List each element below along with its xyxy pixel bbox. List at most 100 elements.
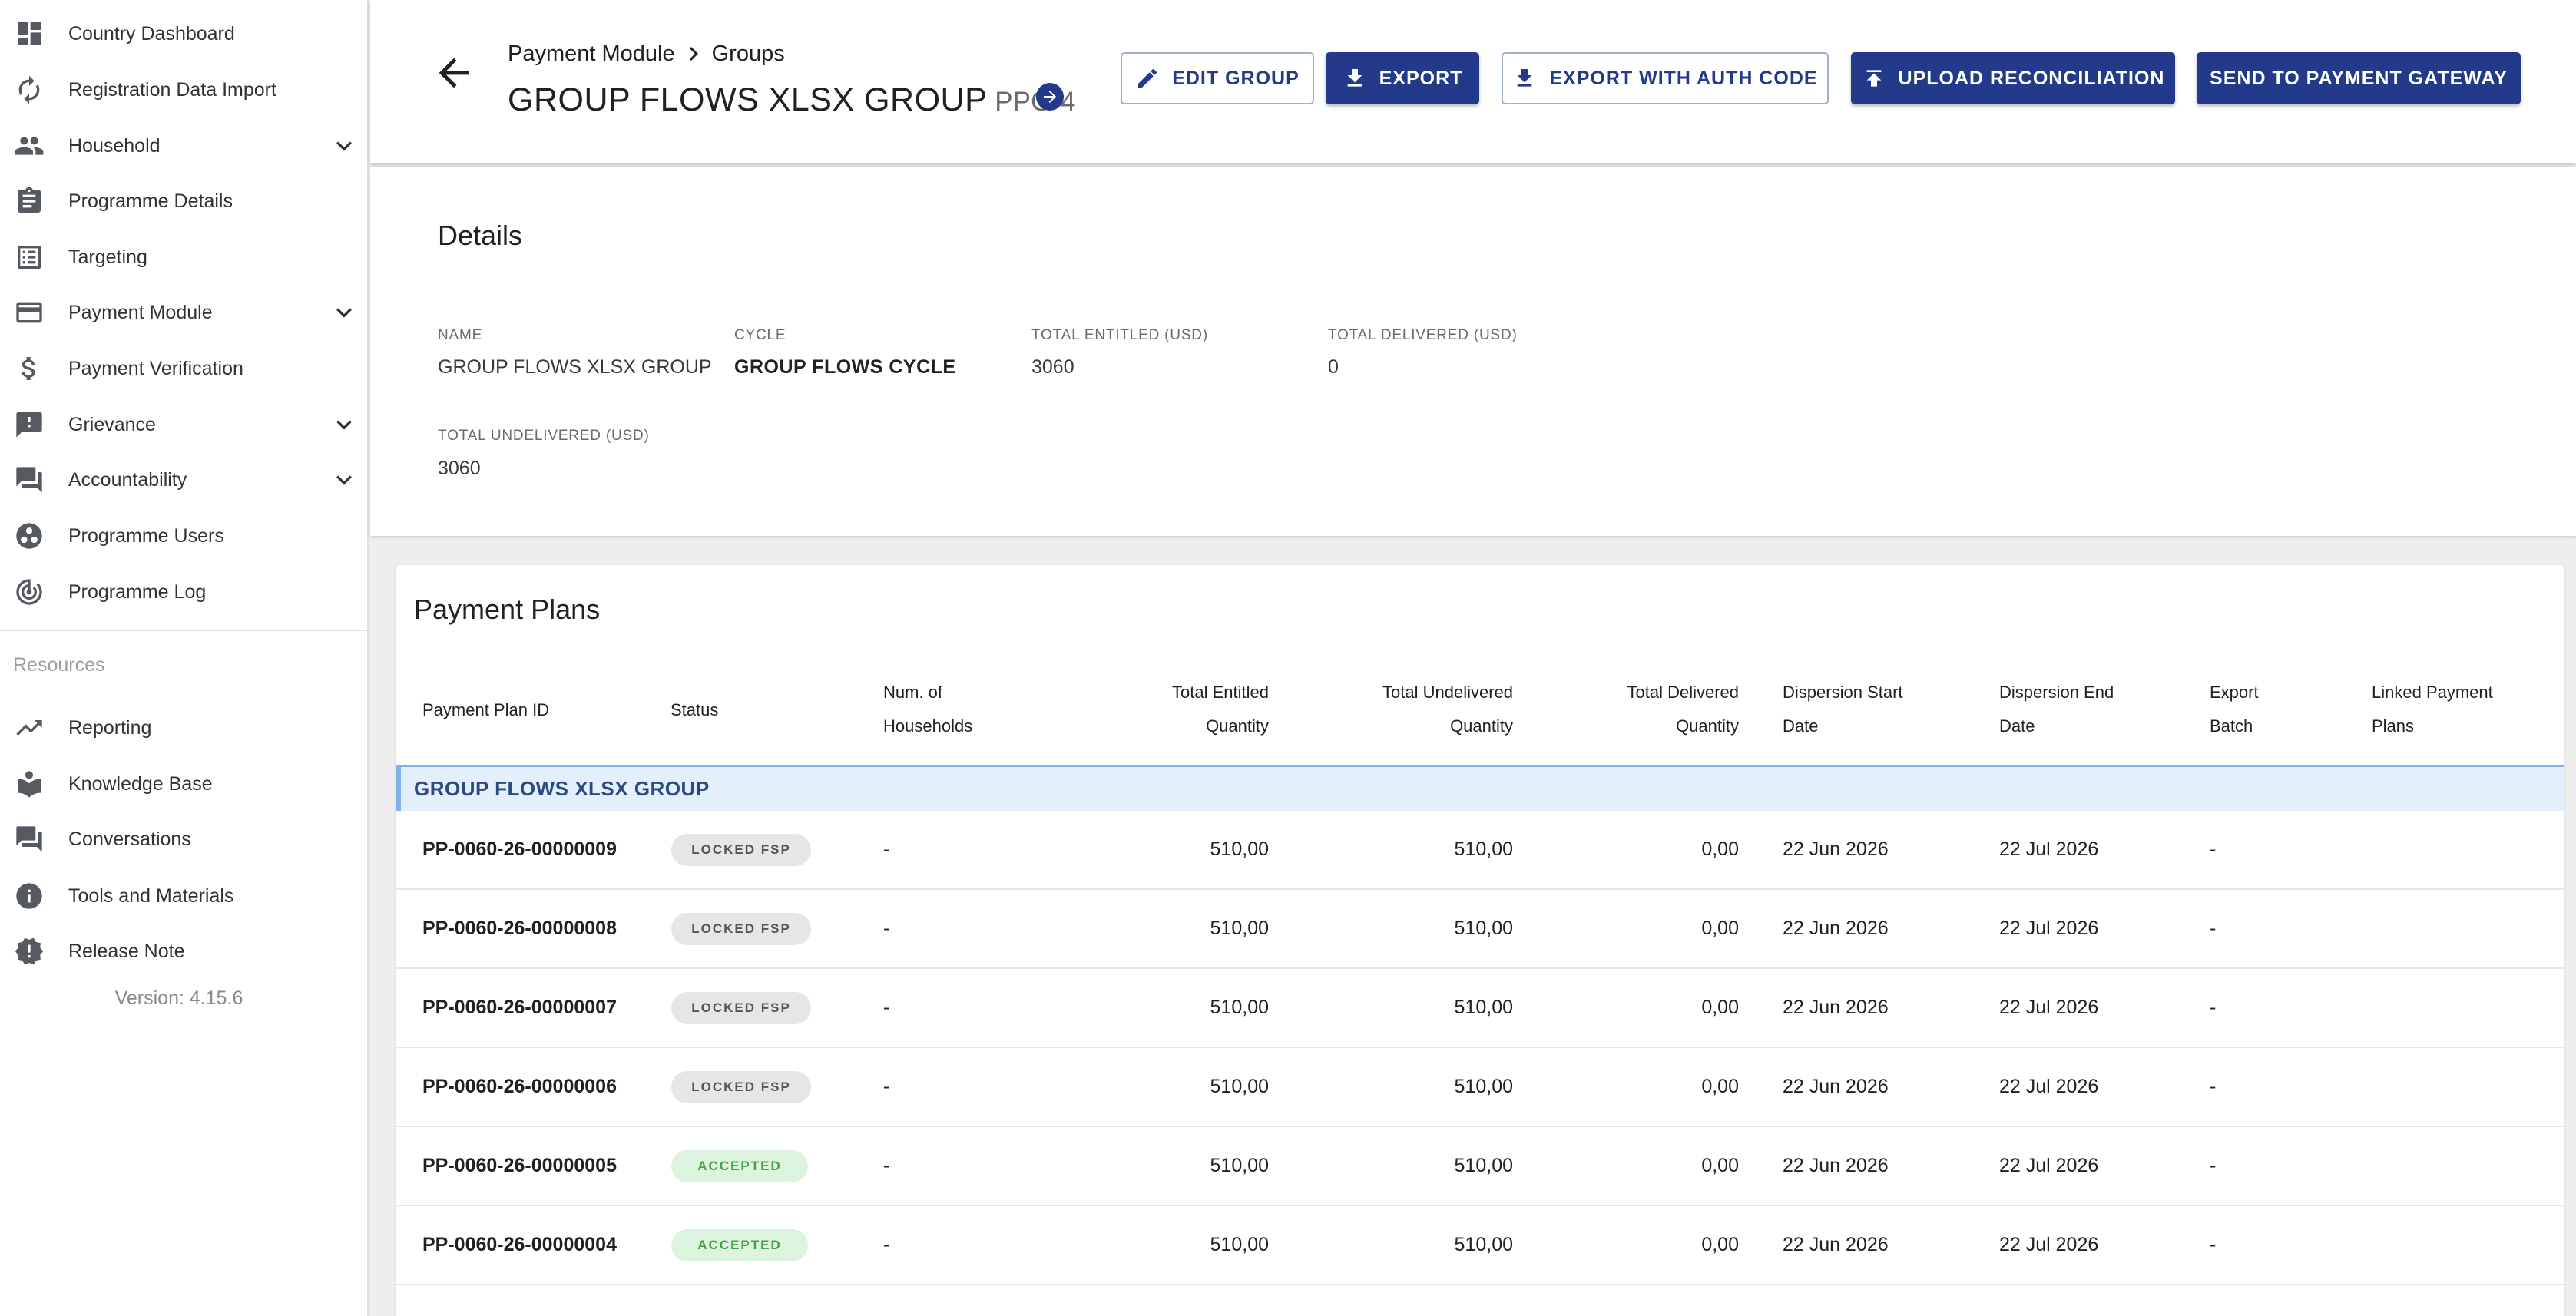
- households-cell: -: [883, 997, 890, 1018]
- total-delivered-cell: 0,00: [1701, 838, 1739, 860]
- payment-plan-id-link[interactable]: PP-0060-26-00000007: [422, 997, 617, 1019]
- column-header-total-undelivered[interactable]: Total Undelivered Quantity: [1306, 676, 1513, 743]
- export-batch-cell: -: [2210, 997, 2217, 1018]
- send-to-payment-gateway-button[interactable]: SEND TO PAYMENT GATEWAY: [2197, 52, 2521, 104]
- dispersion-end-cell: 22 Jul 2026: [1999, 997, 2099, 1018]
- column-header-status[interactable]: Status: [670, 693, 718, 727]
- dispersion-end-cell: 22 Jul 2026: [1999, 1155, 2099, 1176]
- export-batch-cell: -: [2210, 1234, 2217, 1255]
- column-header-linked-payment-plans[interactable]: Linked Payment Plans: [2372, 676, 2493, 743]
- sidebar-item-registration-data-import[interactable]: Registration Data Import: [0, 62, 369, 117]
- payment-plan-id-link[interactable]: PP-0060-26-00000005: [422, 1155, 617, 1177]
- total-delivered-label: TOTAL DELIVERED (USD): [1328, 327, 1518, 343]
- breadcrumb-payment-module[interactable]: Payment Module: [508, 41, 675, 67]
- sidebar-item-tools-and-materials[interactable]: Tools and Materials: [0, 868, 369, 924]
- sidebar-item-programme-details[interactable]: Programme Details: [0, 174, 369, 229]
- cycle-value[interactable]: GROUP FLOWS CYCLE: [734, 356, 956, 379]
- sidebar-item-label: Country Dashboard: [68, 22, 235, 45]
- total-undelivered-cell: 510,00: [1454, 1076, 1513, 1097]
- export-with-auth-code-button[interactable]: EXPORT WITH AUTH CODE: [1502, 52, 1829, 104]
- payment-plan-id-link[interactable]: PP-0060-26-00000006: [422, 1076, 617, 1098]
- sidebar-item-label: Programme Log: [68, 580, 207, 603]
- export-label: EXPORT: [1379, 67, 1463, 89]
- dollar-icon: [14, 353, 45, 384]
- clipboard-icon: [14, 186, 45, 217]
- refresh-icon: [14, 74, 45, 105]
- sidebar-item-targeting[interactable]: Targeting: [0, 230, 369, 285]
- sidebar-item-label: Payment Verification: [68, 357, 243, 379]
- total-entitled-cell: 510,00: [1210, 918, 1269, 939]
- cycle-label: CYCLE: [734, 327, 786, 343]
- column-header-total-entitled[interactable]: Total Entitled Quantity: [1075, 676, 1269, 743]
- total-undelivered-label: TOTAL UNDELIVERED (USD): [438, 428, 650, 444]
- sidebar-item-label: Registration Data Import: [68, 78, 276, 101]
- column-header-line: Plans: [2372, 716, 2415, 736]
- chevron-down-icon[interactable]: [329, 297, 359, 328]
- group-row: [396, 765, 2564, 811]
- sidebar-item-programme-users[interactable]: Programme Users: [0, 508, 369, 564]
- sidebar-item-programme-log[interactable]: Programme Log: [0, 564, 369, 620]
- list-icon: [14, 242, 45, 273]
- total-undelivered-cell: 510,00: [1454, 838, 1513, 860]
- status-badge: LOCKED FSP: [671, 1071, 811, 1103]
- column-header-line: Total Delivered: [1627, 683, 1739, 702]
- sidebar-item-country-dashboard[interactable]: Country Dashboard: [0, 6, 369, 61]
- column-header-line: Date: [1999, 716, 2035, 736]
- chevron-down-icon[interactable]: [329, 409, 359, 440]
- status-badge: ACCEPTED: [671, 1229, 808, 1261]
- households-cell: -: [883, 918, 890, 939]
- total-delivered-cell: 0,00: [1701, 1234, 1739, 1255]
- sidebar-item-accountability[interactable]: Accountability: [0, 452, 369, 508]
- upload-reconciliation-button[interactable]: UPLOAD RECONCILIATION: [1851, 52, 2175, 104]
- column-header-dispersion-end[interactable]: Dispersion End Date: [1999, 676, 2114, 743]
- group-work-icon: [14, 521, 45, 551]
- column-header-line: Linked Payment: [2372, 683, 2493, 702]
- sidebar-item-label: Household: [68, 134, 161, 157]
- export-batch-cell: -: [2210, 918, 2217, 939]
- back-arrow-icon[interactable]: [432, 51, 476, 95]
- dispersion-end-cell: 22 Jul 2026: [1999, 918, 2099, 939]
- column-header-total-delivered[interactable]: Total Delivered Quantity: [1551, 676, 1739, 743]
- group-row-label[interactable]: GROUP FLOWS XLSX GROUP: [414, 777, 710, 801]
- sidebar-item-label: Programme Details: [68, 190, 233, 212]
- chevron-down-icon[interactable]: [329, 465, 359, 495]
- sidebar-item-label: Accountability: [68, 468, 187, 491]
- column-header-line: Dispersion Start: [1783, 683, 1903, 702]
- payment-plan-id-link[interactable]: PP-0060-26-00000009: [422, 838, 617, 861]
- column-header-households[interactable]: Num. of Households: [883, 676, 972, 743]
- dispersion-start-cell: 22 Jun 2026: [1783, 1076, 1889, 1097]
- payment-plan-id-link[interactable]: PP-0060-26-00000004: [422, 1234, 617, 1256]
- sidebar-item-release-note[interactable]: Release Note: [0, 924, 369, 979]
- total-undelivered-cell: 510,00: [1454, 1234, 1513, 1255]
- arrow-circle-right-icon[interactable]: [1036, 83, 1064, 111]
- total-delivered-cell: 0,00: [1701, 918, 1739, 939]
- chevron-down-icon[interactable]: [329, 131, 359, 161]
- total-delivered-cell: 0,00: [1701, 1076, 1739, 1097]
- upload-icon: [1866, 70, 1881, 87]
- edit-group-label: EDIT GROUP: [1172, 67, 1300, 89]
- resources-heading: Resources: [13, 654, 105, 676]
- breadcrumb-groups[interactable]: Groups: [712, 41, 785, 67]
- export-button[interactable]: EXPORT: [1326, 52, 1479, 104]
- feedback-icon: [14, 409, 45, 440]
- column-header-dispersion-start[interactable]: Dispersion Start Date: [1783, 676, 1903, 743]
- sidebar-item-knowledge-base[interactable]: Knowledge Base: [0, 756, 369, 812]
- forum-icon: [14, 465, 45, 495]
- sidebar-item-household[interactable]: Household: [0, 118, 369, 174]
- column-header-payment-plan-id[interactable]: Payment Plan ID: [422, 693, 549, 727]
- total-entitled-cell: 510,00: [1210, 997, 1269, 1018]
- sidebar-item-conversations[interactable]: Conversations: [0, 812, 369, 867]
- sidebar-item-payment-verification[interactable]: Payment Verification: [0, 341, 369, 396]
- breadcrumb: Payment Module Groups: [508, 40, 785, 68]
- forum-icon: [14, 824, 45, 855]
- export-with-auth-code-label: EXPORT WITH AUTH CODE: [1549, 67, 1818, 89]
- dispersion-start-cell: 22 Jun 2026: [1783, 1155, 1889, 1176]
- column-header-export-batch[interactable]: Export Batch: [2210, 676, 2259, 743]
- upload-reconciliation-label: UPLOAD RECONCILIATION: [1898, 67, 2165, 89]
- sidebar-item-reporting[interactable]: Reporting: [0, 700, 369, 756]
- edit-group-button[interactable]: EDIT GROUP: [1121, 52, 1314, 104]
- column-header-line: Total Undelivered: [1382, 683, 1513, 702]
- payment-plan-id-link[interactable]: PP-0060-26-00000008: [422, 918, 617, 940]
- sidebar-item-grievance[interactable]: Grievance: [0, 397, 369, 452]
- sidebar-item-payment-module[interactable]: Payment Module: [0, 285, 369, 340]
